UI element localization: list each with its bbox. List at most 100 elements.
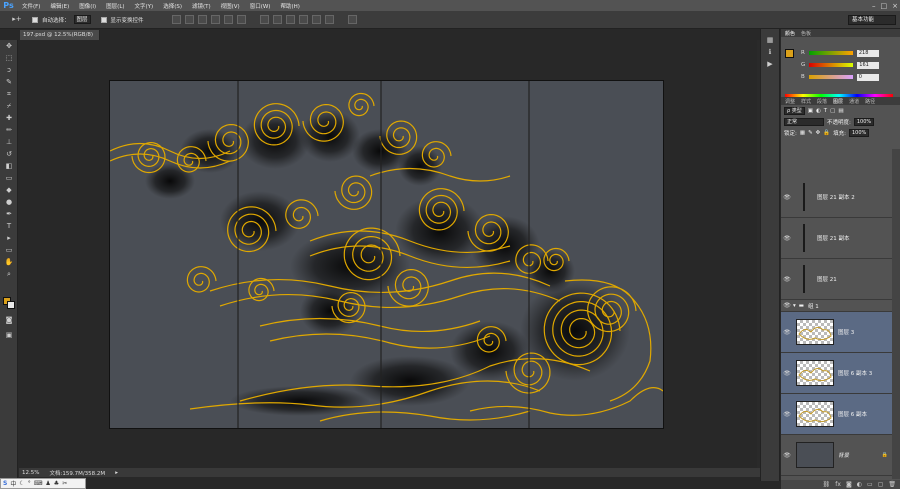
type-tool-icon[interactable]: T — [2, 221, 16, 232]
filter-smart-icon[interactable]: ▤ — [838, 108, 843, 114]
menu-help[interactable]: 帮助(H) — [275, 2, 304, 10]
filter-shape-icon[interactable]: ▢ — [830, 108, 835, 114]
ime-tool-icon[interactable]: ✂ — [62, 480, 67, 487]
ime-moon-icon[interactable]: ☾ — [19, 480, 24, 487]
green-slider[interactable] — [809, 63, 854, 67]
hand-tool-icon[interactable]: ✋ — [2, 257, 16, 268]
tab-color[interactable]: 颜色 — [785, 30, 795, 37]
eraser-tool-icon[interactable]: ◧ — [2, 161, 16, 172]
blur-tool-icon[interactable]: ◆ — [2, 185, 16, 196]
align-right-icon[interactable] — [236, 15, 246, 24]
auto-align-icon[interactable] — [347, 15, 357, 24]
filter-type-icon[interactable]: T — [824, 108, 827, 114]
eyedropper-tool-icon[interactable]: ⌿ — [2, 101, 16, 112]
lock-pixels-icon[interactable]: ▦ — [800, 130, 805, 136]
menu-file[interactable]: 文件(F) — [17, 2, 45, 10]
menu-filter[interactable]: 滤镜(T) — [187, 2, 216, 10]
auto-select-dropdown[interactable]: 图层 — [73, 15, 91, 24]
filter-pixel-icon[interactable]: ▣ — [808, 108, 813, 114]
visibility-eye-icon[interactable]: 👁 — [781, 370, 793, 377]
align-hcenter-icon[interactable] — [223, 15, 233, 24]
tab-layers[interactable]: 图层 — [833, 98, 843, 105]
document-size-info[interactable]: 文档:159.7M/358.2M — [49, 469, 105, 477]
red-value-input[interactable]: 218 — [856, 49, 879, 57]
layer-row[interactable]: 👁 图层 21 副本 2 — [781, 177, 892, 218]
red-slider[interactable] — [808, 51, 853, 55]
group-expand-icon[interactable]: ▾ — [793, 303, 796, 309]
link-layers-icon[interactable]: ⛓ — [823, 481, 831, 488]
visibility-eye-icon[interactable]: 👁 — [781, 194, 793, 201]
brush-tool-icon[interactable]: ✏ — [2, 125, 16, 136]
history-brush-tool-icon[interactable]: ↺ — [2, 149, 16, 160]
document-canvas[interactable] — [110, 81, 663, 428]
tab-styles[interactable]: 样式 — [801, 98, 811, 105]
layers-scrollbar[interactable] — [892, 149, 900, 479]
ime-shirt-icon[interactable]: ♣ — [54, 480, 59, 487]
layer-row[interactable]: 👁 图层 21 — [781, 259, 892, 300]
fill-input[interactable]: 100% — [849, 128, 870, 137]
menu-select[interactable]: 选择(S) — [158, 2, 187, 10]
crop-tool-icon[interactable]: ⌗ — [2, 89, 16, 100]
layer-row[interactable]: 👁 背景 🔒 — [781, 435, 892, 476]
menu-type[interactable]: 文字(Y) — [130, 2, 159, 10]
add-mask-icon[interactable]: ◙ — [846, 481, 852, 488]
lock-image-icon[interactable]: ✎ — [808, 130, 813, 136]
distribute-vcenter-icon[interactable] — [272, 15, 282, 24]
distribute-bottom-icon[interactable] — [285, 15, 295, 24]
status-arrow-icon[interactable]: ▸ — [115, 470, 118, 476]
align-vcenter-icon[interactable] — [184, 15, 194, 24]
visibility-eye-icon[interactable]: 👁 — [781, 329, 793, 336]
distribute-right-icon[interactable] — [324, 15, 334, 24]
menu-view[interactable]: 视图(V) — [216, 2, 245, 10]
menu-image[interactable]: 图像(I) — [74, 2, 101, 10]
quick-select-tool-icon[interactable]: ✎ — [2, 77, 16, 88]
clone-stamp-tool-icon[interactable]: ⊥ — [2, 137, 16, 148]
opacity-input[interactable]: 100% — [853, 117, 875, 126]
align-top-icon[interactable] — [171, 15, 181, 24]
visibility-eye-icon[interactable]: 👁 — [781, 276, 793, 283]
fg-color-chip[interactable] — [785, 49, 794, 58]
healing-brush-tool-icon[interactable]: ✚ — [2, 113, 16, 124]
layer-row[interactable]: 👁 图层 21 副本 — [781, 218, 892, 259]
new-group-icon[interactable]: ▭ — [867, 481, 873, 488]
menu-layer[interactable]: 图层(L) — [101, 2, 129, 10]
layer-row[interactable]: 👁 ▾ ▬ 组 1 — [781, 300, 892, 312]
path-select-tool-icon[interactable]: ▸ — [2, 233, 16, 244]
visibility-eye-icon[interactable]: 👁 — [781, 235, 793, 242]
document-tab[interactable]: 197.psd @ 12.5%(RGB/8) — [20, 30, 100, 40]
tab-adjustments[interactable]: 调整 — [785, 98, 795, 105]
ime-punct-icon[interactable]: ° — [28, 480, 31, 487]
gradient-tool-icon[interactable]: ▭ — [2, 173, 16, 184]
blue-slider[interactable] — [808, 75, 853, 79]
visibility-eye-icon[interactable]: 👁 — [781, 411, 793, 418]
tab-swatches[interactable]: 色板 — [801, 30, 811, 37]
zoom-tool-icon[interactable]: ⌕ — [2, 269, 16, 280]
layer-row[interactable]: 👁 图层 6 副本 — [781, 394, 892, 435]
menu-window[interactable]: 窗口(W) — [245, 2, 276, 10]
new-adjustment-icon[interactable]: ◐ — [857, 481, 862, 488]
menu-edit[interactable]: 编辑(E) — [45, 2, 74, 10]
pen-tool-icon[interactable]: ✒ — [2, 209, 16, 220]
align-bottom-icon[interactable] — [197, 15, 207, 24]
layer-row[interactable]: 👁 图层 6 副本 3 — [781, 353, 892, 394]
shape-tool-icon[interactable]: ▭ — [2, 245, 16, 256]
workspace-dropdown[interactable]: 基本功能 — [848, 15, 896, 25]
new-layer-icon[interactable]: ▢ — [878, 481, 884, 488]
distribute-left-icon[interactable] — [298, 15, 308, 24]
visibility-eye-icon[interactable]: 👁 — [781, 452, 793, 459]
blend-mode-dropdown[interactable]: 正常 — [784, 117, 824, 126]
tab-paths[interactable]: 路径 — [865, 98, 875, 105]
history-panel-icon[interactable]: ▦ — [763, 35, 777, 46]
lock-all-icon[interactable]: 🔒 — [823, 130, 830, 136]
distribute-top-icon[interactable] — [259, 15, 269, 24]
show-transform-checkbox[interactable] — [100, 16, 107, 23]
delete-layer-icon[interactable]: 🗑 — [888, 481, 896, 488]
move-tool-preset-icon[interactable]: ▸+ — [8, 14, 26, 25]
blue-value-input[interactable]: 0 — [856, 73, 879, 81]
tab-paragraph[interactable]: 段落 — [817, 98, 827, 105]
properties-panel-icon[interactable]: ℹ — [763, 47, 777, 58]
layer-row[interactable]: 👁 图层 3 — [781, 312, 892, 353]
quick-mask-icon[interactable]: ◙ — [2, 315, 16, 326]
align-left-icon[interactable] — [210, 15, 220, 24]
marquee-tool-icon[interactable]: ⬚ — [2, 53, 16, 64]
